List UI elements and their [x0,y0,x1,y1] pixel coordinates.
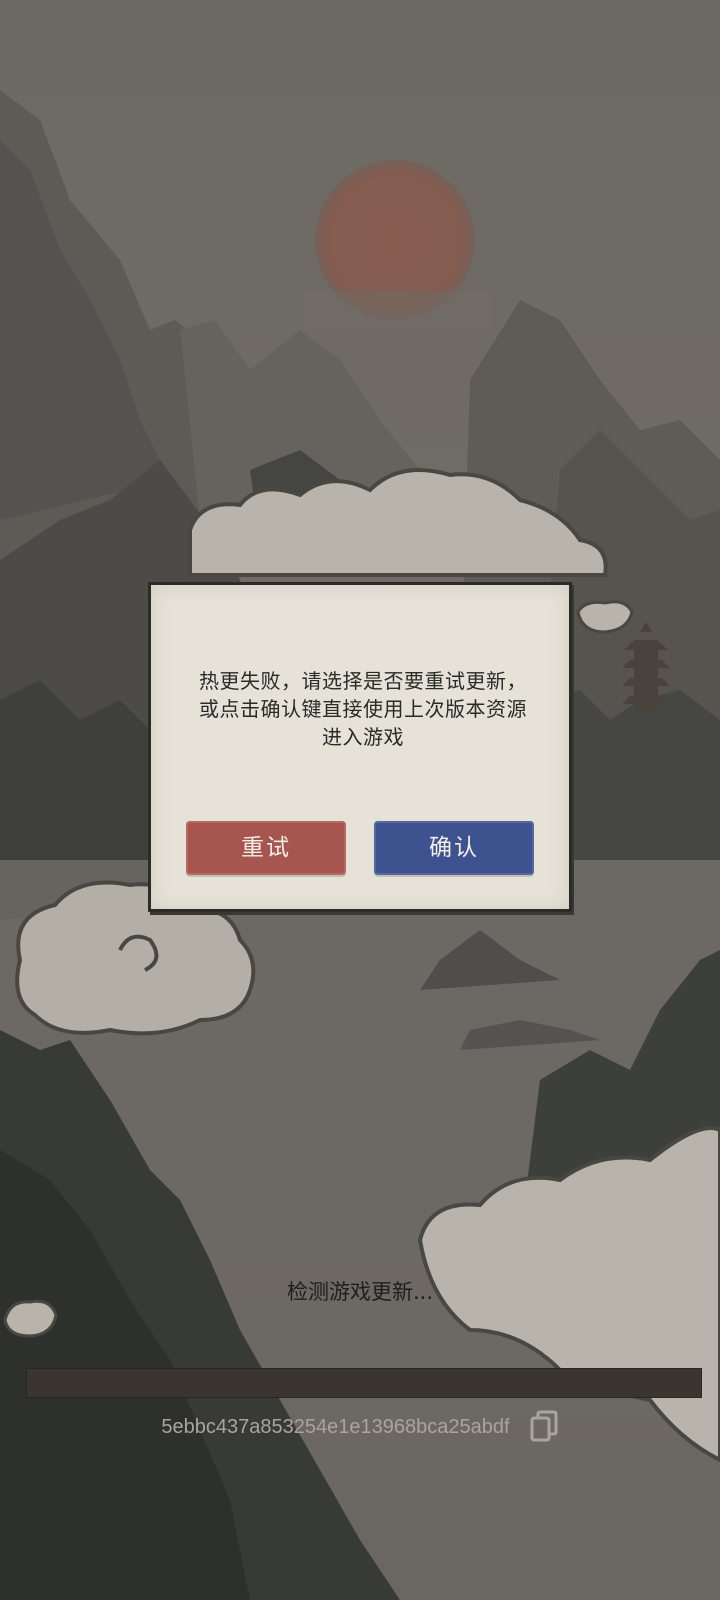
version-hash-row: 5ebbc437a853254e1e13968bca25abdf [0,1410,720,1442]
dialog-message-line: 进入游戏 [322,725,404,749]
cloud-left-small [3,1299,58,1338]
copy-icon[interactable] [529,1410,559,1444]
dialog-message: 热更失败，请选择是否要重试更新， 或点击确认键直接使用上次版本资源 进入游戏 [169,667,557,751]
confirm-button[interactable]: 确认 [374,821,534,875]
game-screen: 热更失败，请选择是否要重试更新， 或点击确认键直接使用上次版本资源 进入游戏 重… [0,0,720,1600]
progress-bar [26,1368,702,1398]
update-failed-dialog: 热更失败，请选择是否要重试更新， 或点击确认键直接使用上次版本资源 进入游戏 重… [148,582,572,912]
dialog-message-line: 或点击确认键直接使用上次版本资源 [199,697,527,721]
dialog-message-line: 热更失败，请选择是否要重试更新， [199,669,527,693]
loading-status-text: 检测游戏更新... [286,1280,434,1304]
version-hash: 5ebbc437a853254e1e13968bca25abdf [161,1415,510,1438]
retry-button[interactable]: 重试 [186,821,346,875]
